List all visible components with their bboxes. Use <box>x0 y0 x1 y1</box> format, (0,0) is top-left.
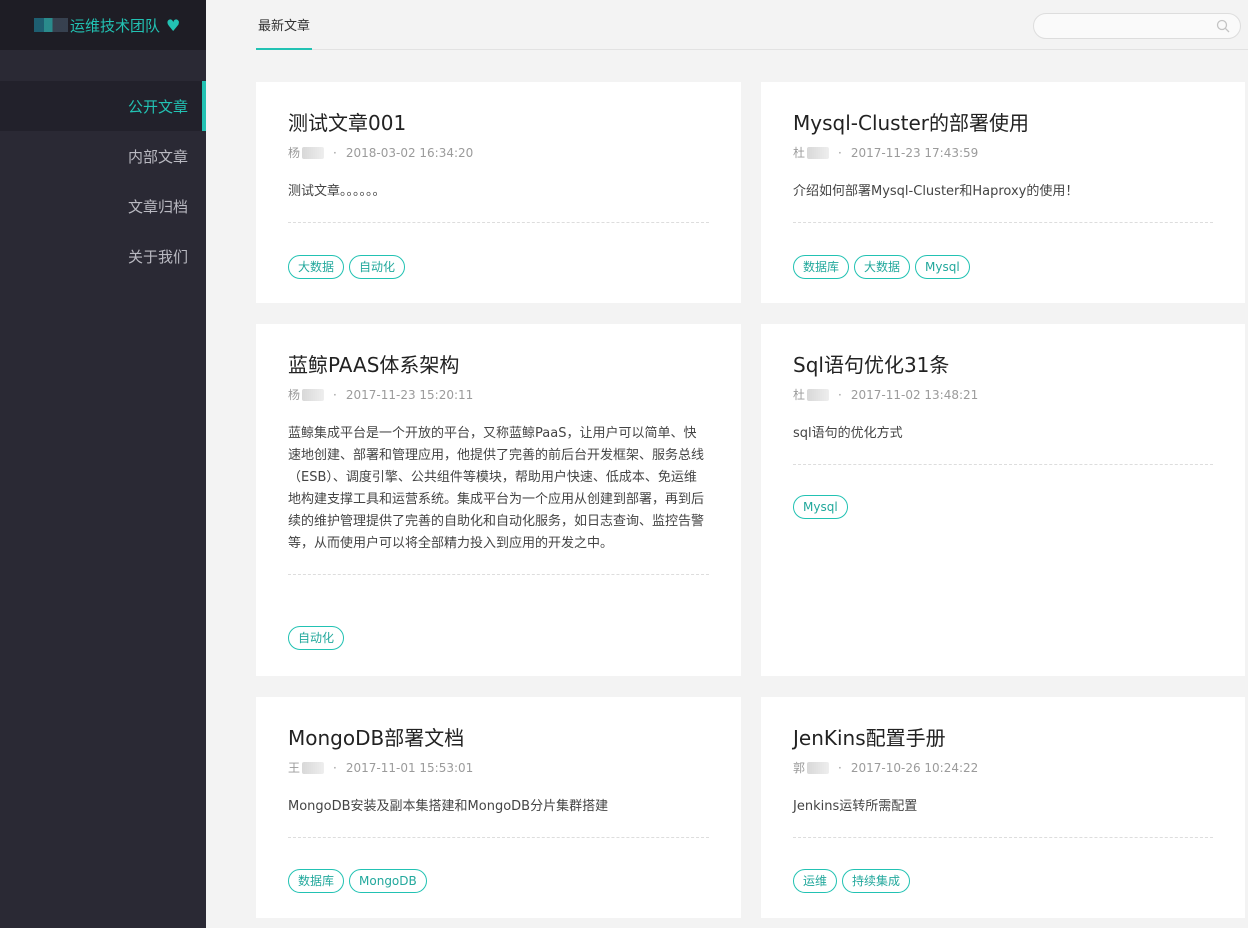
article-meta: 王 · 2017-11-01 15:53:01 <box>288 757 709 779</box>
tag[interactable]: 数据库 <box>793 255 850 279</box>
article-date: 2017-11-01 15:53:01 <box>345 761 474 775</box>
tag[interactable]: MongoDB <box>349 869 427 893</box>
article-author: 王 <box>288 761 301 775</box>
tag[interactable]: 自动化 <box>349 255 406 279</box>
article-card[interactable]: Mysql-Cluster的部署使用 杜 · 2017-11-23 17:43:… <box>761 82 1245 303</box>
divider <box>288 222 709 223</box>
article-title[interactable]: JenKins配置手册 <box>793 723 1213 753</box>
article-date: 2017-11-23 15:20:11 <box>345 388 474 402</box>
article-title[interactable]: MongoDB部署文档 <box>288 723 709 753</box>
sidebar-nav: 公开文章 内部文章 文章归档 关于我们 <box>0 81 206 281</box>
tag-list: 数据库 MongoDB <box>288 869 427 893</box>
article-date: 2017-10-26 10:24:22 <box>850 761 979 775</box>
article-description: Jenkins运转所需配置 <box>793 799 918 814</box>
sidebar-item-internal-articles[interactable]: 内部文章 <box>0 131 206 181</box>
tag-list: 大数据 自动化 <box>288 255 406 279</box>
divider <box>793 464 1213 465</box>
search-icon[interactable] <box>1216 19 1230 33</box>
sidebar-item-label: 文章归档 <box>127 197 188 216</box>
divider <box>288 837 709 838</box>
article-author: 杜 <box>793 388 806 402</box>
tag[interactable]: 大数据 <box>854 255 911 279</box>
article-description: 蓝鲸集成平台是一个开放的平台，又称蓝鲸PaaS，让用户可以简单、快速地创建、部署… <box>288 426 705 551</box>
article-title[interactable]: 测试文章001 <box>288 108 709 138</box>
blurred-author-icon <box>302 389 325 401</box>
article-meta: 杜 · 2017-11-23 17:43:59 <box>793 142 1213 164</box>
article-meta: 杜 · 2017-11-02 13:48:21 <box>793 384 1213 406</box>
article-card[interactable]: 蓝鲸PAAS体系架构 杨 · 2017-11-23 15:20:11 蓝鲸集成平… <box>256 324 741 676</box>
article-meta: 杨 · 2017-11-23 15:20:11 <box>288 384 709 406</box>
tag-list: 运维 持续集成 <box>793 869 911 893</box>
top-bar: 最新文章 <box>256 0 1248 50</box>
article-date: 2017-11-02 13:48:21 <box>850 388 979 402</box>
article-meta: 郭 · 2017-10-26 10:24:22 <box>793 757 1213 779</box>
blurred-author-icon <box>302 147 325 159</box>
article-date: 2017-11-23 17:43:59 <box>850 146 979 160</box>
article-title[interactable]: Mysql-Cluster的部署使用 <box>793 108 1213 138</box>
tag[interactable]: Mysql <box>793 495 848 519</box>
tag-list: 自动化 <box>288 626 345 650</box>
heart-icon: ♥ <box>166 15 181 35</box>
sidebar-item-about-us[interactable]: 关于我们 <box>0 231 206 281</box>
article-author: 杨 <box>288 146 301 160</box>
tag[interactable]: 大数据 <box>288 255 345 279</box>
article-card[interactable]: MongoDB部署文档 王 · 2017-11-01 15:53:01 Mong… <box>256 697 741 918</box>
brand-name: 运维技术团队 <box>70 16 161 35</box>
article-description: sql语句的优化方式 <box>793 426 903 441</box>
divider <box>793 222 1213 223</box>
article-title[interactable]: 蓝鲸PAAS体系架构 <box>288 350 709 380</box>
brand-logo[interactable]: 运维技术团队 ♥ <box>0 0 206 50</box>
tag[interactable]: 运维 <box>793 869 838 893</box>
article-description: MongoDB安装及副本集搭建和MongoDB分片集群搭建 <box>288 799 609 814</box>
tag-list: Mysql <box>793 495 848 519</box>
sidebar-item-label: 内部文章 <box>127 147 188 166</box>
tag[interactable]: 数据库 <box>288 869 345 893</box>
divider <box>288 574 709 575</box>
sidebar-item-label: 公开文章 <box>127 97 188 116</box>
sidebar: 运维技术团队 ♥ 公开文章 内部文章 文章归档 关于我们 <box>0 0 206 928</box>
blurred-author-icon <box>807 147 830 159</box>
article-description: 介绍如何部署Mysql-Cluster和Haproxy的使用！ <box>793 184 1079 199</box>
search-input[interactable] <box>1046 14 1216 38</box>
sidebar-item-label: 关于我们 <box>127 247 188 266</box>
tab-latest-articles[interactable]: 最新文章 <box>256 0 312 50</box>
blurred-logo-icon <box>34 18 68 32</box>
divider <box>793 837 1213 838</box>
search-box[interactable] <box>1033 13 1241 39</box>
tag[interactable]: Mysql <box>915 255 970 279</box>
tag[interactable]: 持续集成 <box>842 869 911 893</box>
article-title[interactable]: Sql语句优化31条 <box>793 350 1213 380</box>
article-date: 2018-03-02 16:34:20 <box>345 146 474 160</box>
article-card[interactable]: Sql语句优化31条 杜 · 2017-11-02 13:48:21 sql语句… <box>761 324 1245 676</box>
article-card[interactable]: JenKins配置手册 郭 · 2017-10-26 10:24:22 Jenk… <box>761 697 1245 918</box>
article-meta: 杨 · 2018-03-02 16:34:20 <box>288 142 709 164</box>
article-card[interactable]: 测试文章001 杨 · 2018-03-02 16:34:20 测试文章。。。。… <box>256 82 741 303</box>
tag-list: 数据库 大数据 Mysql <box>793 255 970 279</box>
blurred-author-icon <box>302 762 325 774</box>
article-author: 杜 <box>793 146 806 160</box>
article-description: 测试文章。。。。。。 <box>288 184 386 199</box>
sidebar-item-archive[interactable]: 文章归档 <box>0 181 206 231</box>
article-author: 杨 <box>288 388 301 402</box>
article-author: 郭 <box>793 761 806 775</box>
blurred-author-icon <box>807 762 830 774</box>
blurred-author-icon <box>807 389 830 401</box>
sidebar-item-public-articles[interactable]: 公开文章 <box>0 81 206 131</box>
tag[interactable]: 自动化 <box>288 626 345 650</box>
